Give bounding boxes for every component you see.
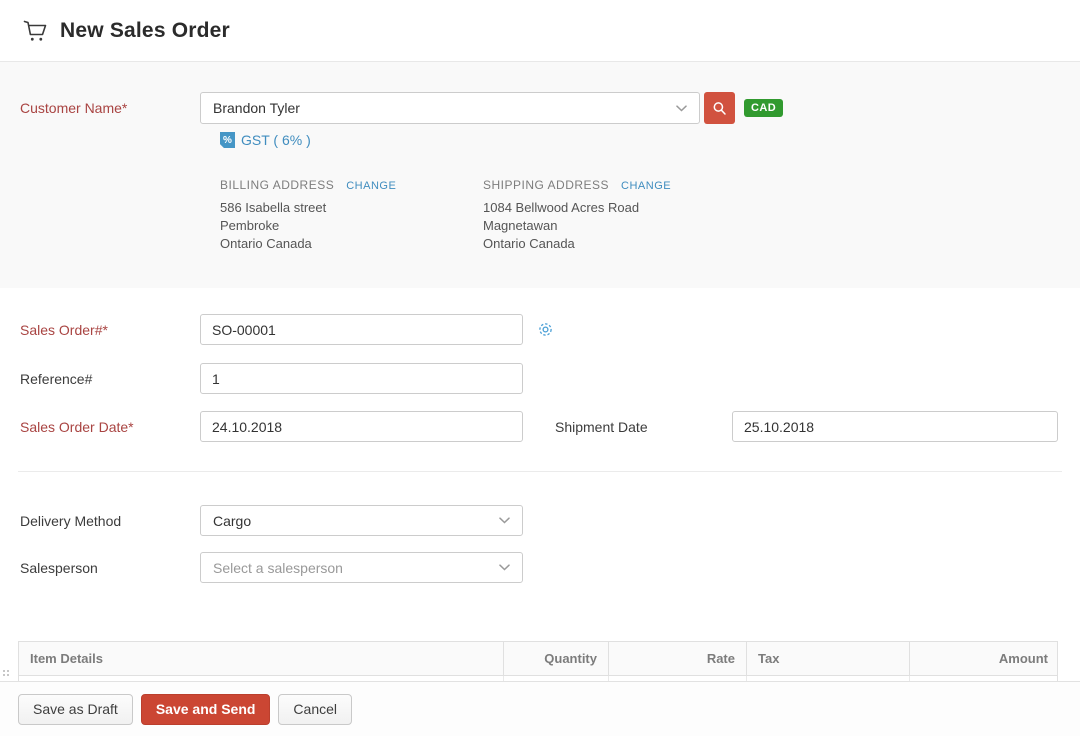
page-header: New Sales Order <box>0 0 1080 62</box>
customer-name-value: Brandon Tyler <box>213 100 300 116</box>
shipping-address-block: SHIPPING ADDRESS CHANGE 1084 Bellwood Ac… <box>483 178 746 253</box>
sales-order-date-input[interactable] <box>200 411 523 442</box>
sales-order-number-row: Sales Order#* <box>0 314 1080 345</box>
shipping-address-line: Ontario Canada <box>483 235 746 253</box>
billing-address-heading: BILLING ADDRESS <box>220 178 334 192</box>
section-divider <box>18 471 1062 472</box>
page-title: New Sales Order <box>60 19 230 43</box>
items-table: Item Details Quantity Rate Tax Amount <box>18 641 1058 686</box>
column-header-tax: Tax <box>746 642 909 675</box>
salesperson-select[interactable]: Select a salesperson <box>200 552 523 583</box>
column-header-item-details: Item Details <box>19 642 503 675</box>
search-icon <box>712 101 727 116</box>
billing-address-line: 586 Isabella street <box>220 199 483 217</box>
billing-address-block: BILLING ADDRESS CHANGE 586 Isabella stre… <box>220 178 483 253</box>
reference-label: Reference# <box>20 371 200 387</box>
save-and-send-button[interactable]: Save and Send <box>141 694 271 725</box>
chevron-down-icon <box>499 517 510 524</box>
currency-badge: CAD <box>744 99 783 117</box>
customer-name-select[interactable]: Brandon Tyler <box>200 92 700 124</box>
sales-order-number-label: Sales Order#* <box>20 322 200 338</box>
delivery-method-label: Delivery Method <box>20 513 200 529</box>
billing-address-line: Ontario Canada <box>220 235 483 253</box>
customer-search-button[interactable] <box>704 92 735 124</box>
salesperson-row: Salesperson Select a salesperson <box>0 552 1080 583</box>
cart-icon <box>22 18 48 44</box>
billing-address-line: Pembroke <box>220 217 483 235</box>
percent-icon: % <box>220 132 235 148</box>
shipping-address-heading: SHIPPING ADDRESS <box>483 178 609 192</box>
drag-handle-icon[interactable] <box>3 670 11 676</box>
sales-order-number-input[interactable] <box>200 314 523 345</box>
shipping-address-line: Magnetawan <box>483 217 746 235</box>
shipment-date-label: Shipment Date <box>555 419 732 435</box>
tax-link[interactable]: GST ( 6% ) <box>241 132 311 148</box>
shipping-address-line: 1084 Bellwood Acres Road <box>483 199 746 217</box>
billing-address-change-link[interactable]: CHANGE <box>346 180 396 192</box>
customer-section: Customer Name* Brandon Tyler CAD % GST (… <box>0 62 1080 288</box>
footer-action-bar: Save as Draft Save and Send Cancel <box>0 681 1080 736</box>
tax-info-row: % GST ( 6% ) <box>220 132 1080 148</box>
chevron-down-icon <box>676 105 687 112</box>
gear-icon[interactable] <box>537 321 554 338</box>
column-header-quantity: Quantity <box>503 642 608 675</box>
shipping-address-change-link[interactable]: CHANGE <box>621 180 671 192</box>
salesperson-label: Salesperson <box>20 560 200 576</box>
delivery-method-row: Delivery Method Cargo <box>0 505 1080 536</box>
dates-row: Sales Order Date* Shipment Date <box>0 411 1080 442</box>
delivery-method-select[interactable]: Cargo <box>200 505 523 536</box>
salesperson-placeholder: Select a salesperson <box>213 560 343 576</box>
save-as-draft-button[interactable]: Save as Draft <box>18 694 133 725</box>
sales-order-date-label: Sales Order Date* <box>20 419 200 435</box>
customer-name-row: Customer Name* Brandon Tyler CAD <box>20 92 1080 124</box>
customer-name-label: Customer Name* <box>20 100 200 116</box>
addresses-row: BILLING ADDRESS CHANGE 586 Isabella stre… <box>220 178 1080 253</box>
chevron-down-icon <box>499 564 510 571</box>
column-header-amount: Amount <box>909 642 1059 675</box>
cancel-button[interactable]: Cancel <box>278 694 352 725</box>
reference-row: Reference# <box>0 363 1080 394</box>
reference-input[interactable] <box>200 363 523 394</box>
shipment-date-input[interactable] <box>732 411 1058 442</box>
delivery-method-value: Cargo <box>213 513 251 529</box>
column-header-rate: Rate <box>608 642 746 675</box>
items-table-header: Item Details Quantity Rate Tax Amount <box>18 641 1058 676</box>
